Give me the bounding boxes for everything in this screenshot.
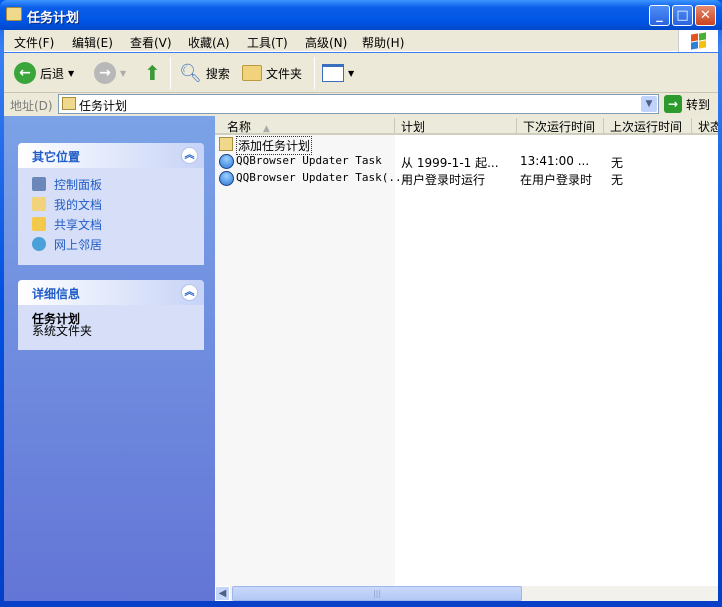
views-icon [322,64,344,82]
minimize-button[interactable]: _ [649,5,670,26]
views-dropdown-icon: ▼ [348,68,355,78]
task-pane: 其它位置 ︽ 控制面板 我的文档 共享文档 网上邻居 详细信息 ︽ 任务计划 系统文… [4,116,215,601]
column-next-run[interactable]: 下次运行时间 [517,118,604,134]
forward-button[interactable]: → ▼ [94,61,126,85]
maximize-button[interactable]: □ [672,5,693,26]
back-arrow-icon: ← [14,62,36,84]
close-button[interactable]: ✕ [695,5,716,26]
menu-bar: 文件(F) 编辑(E) 查看(V) 收藏(A) 工具(T) 高级(N) 帮助(H… [4,30,718,52]
my-documents-icon [32,197,46,211]
column-label: 状态 [698,120,718,134]
menu-edit[interactable]: 编辑(E) [72,34,113,51]
collapse-icon[interactable]: ︽ [181,147,198,164]
menu-file[interactable]: 文件(F) [14,34,54,51]
other-places-panel: 其它位置 ︽ 控制面板 我的文档 共享文档 网上邻居 [18,143,204,265]
sort-ascending-icon: ▲ [263,124,270,134]
title-bar: 任务计划 _ □ ✕ [0,0,722,30]
toolbar: ← 后退 ▼ → ▼ ⬆ 🔍︎ 搜索 文件夹 ▼ [4,53,718,93]
panel-header[interactable]: 其它位置 ︽ [18,143,204,168]
item-last-run: 无 [611,156,624,170]
add-task-icon [219,137,233,151]
scroll-left-icon[interactable]: ◀ [215,586,230,601]
item-schedule: 从 1999-1-1 起... [401,156,499,170]
forward-dropdown-icon: ▼ [120,68,127,78]
toolbar-separator [170,57,171,89]
column-last-run[interactable]: 上次运行时间 [604,118,692,134]
menu-tools[interactable]: 工具(T) [247,34,288,51]
toolbar-separator [314,57,315,89]
search-button[interactable]: 🔍︎ 搜索 [179,61,230,85]
folders-button[interactable]: 文件夹 [242,61,302,85]
file-list: 名称 ▲ 计划 下次运行时间 上次运行时间 状态 添加任务计划 QQBrowser… [215,116,718,586]
item-next-run: 13:41:00 ... [520,154,590,168]
address-value: 任务计划 [79,99,128,113]
panel-header[interactable]: 详细信息 ︽ [18,280,204,305]
list-item-add-task[interactable]: 添加任务计划 [215,136,718,155]
menu-favorites[interactable]: 收藏(A) [188,34,230,51]
horizontal-scrollbar[interactable]: ◀ ||| [215,586,718,601]
list-item[interactable]: QQBrowser Updater Task(... 用户登录时运行 在用户登录… [215,170,718,187]
place-label: 我的文档 [54,197,103,212]
details-panel: 详细信息 ︽ 任务计划 系统文件夹 [18,280,204,350]
place-label: 控制面板 [54,177,103,192]
address-input[interactable]: 任务计划 ▼ [58,94,659,114]
back-button[interactable]: ← 后退 ▼ [14,61,74,85]
views-button[interactable]: ▼ [322,61,354,85]
scrollbar-thumb[interactable]: ||| [232,586,522,601]
network-icon [32,237,46,251]
go-label: 转到 [686,97,711,112]
column-status[interactable]: 状态 [692,118,718,134]
column-name[interactable]: 名称 ▲ [215,118,395,134]
folders-label: 文件夹 [266,66,303,81]
details-type: 系统文件夹 [32,324,93,338]
panel-title: 详细信息 [32,287,81,301]
search-label: 搜索 [205,66,230,81]
item-name: QQBrowser Updater Task(... [236,171,409,184]
go-button[interactable]: → 转到 [664,95,710,113]
place-label: 网上邻居 [54,237,103,252]
up-folder-icon: ⬆ [144,61,161,85]
place-network[interactable]: 网上邻居 [18,234,204,254]
explorer-window: 任务计划 _ □ ✕ 文件(F) 编辑(E) 查看(V) 收藏(A) 工具(T)… [0,0,722,607]
window-bottom-border [0,601,722,607]
folder-icon [62,97,76,110]
item-schedule: 用户登录时运行 [401,173,486,187]
column-header: 名称 ▲ 计划 下次运行时间 上次运行时间 状态 [215,116,718,135]
window-title: 任务计划 [27,11,80,26]
menu-view[interactable]: 查看(V) [130,34,172,51]
scheduled-task-icon [219,154,234,169]
search-icon: 🔍︎ [179,62,202,84]
address-bar: 地址(D) 任务计划 ▼ → 转到 [4,93,718,116]
address-dropdown-icon[interactable]: ▼ [641,96,657,112]
column-label: 名称 [227,120,252,134]
back-dropdown-icon[interactable]: ▼ [68,69,74,78]
menu-advanced[interactable]: 高级(N) [305,34,347,51]
collapse-icon[interactable]: ︽ [181,284,198,301]
item-last-run: 无 [611,173,624,187]
go-arrow-icon: → [664,95,682,113]
list-item[interactable]: QQBrowser Updater Task 从 1999-1-1 起... 1… [215,153,718,170]
column-label: 下次运行时间 [523,120,596,134]
scheduled-tasks-folder-icon [6,7,22,21]
place-my-documents[interactable]: 我的文档 [18,194,204,214]
shared-folder-icon [32,217,46,231]
place-shared-documents[interactable]: 共享文档 [18,214,204,234]
scheduled-task-icon [219,171,234,186]
windows-logo-icon [678,30,718,52]
item-name: QQBrowser Updater Task [236,154,382,167]
address-label: 地址(D) [10,99,53,113]
control-panel-icon [32,177,46,191]
column-label: 上次运行时间 [610,120,683,134]
column-label: 计划 [401,120,426,134]
menu-help[interactable]: 帮助(H) [362,34,404,51]
item-next-run: 在用户登录时 [520,173,593,187]
column-schedule[interactable]: 计划 [395,118,517,134]
up-folder-button[interactable]: ⬆ [144,61,161,85]
back-label: 后退 [40,66,65,81]
place-control-panel[interactable]: 控制面板 [18,174,204,194]
forward-arrow-icon: → [94,62,116,84]
place-label: 共享文档 [54,217,103,232]
panel-title: 其它位置 [32,150,81,164]
folder-icon [242,65,262,81]
